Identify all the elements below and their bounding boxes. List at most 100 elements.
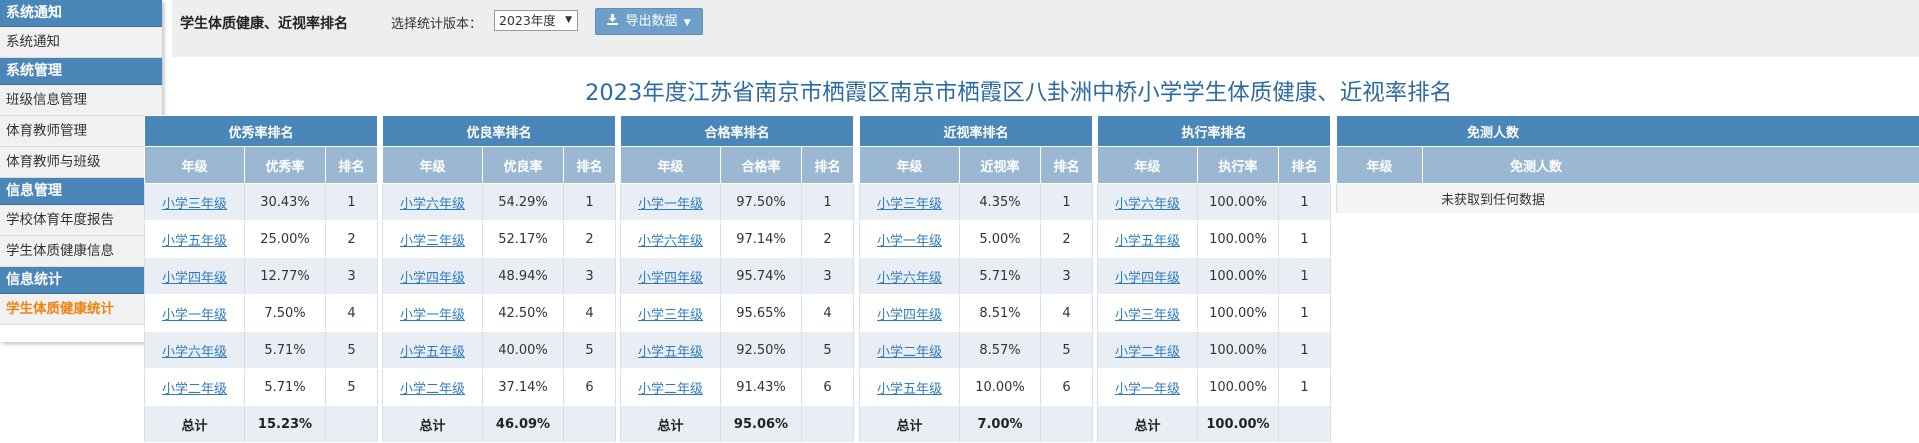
rate-cell: 5.71% [959, 257, 1041, 295]
sidebar-item[interactable]: 学校体育年度报告 [0, 205, 162, 236]
table-row: 小学三年级 95.65% 4 [620, 294, 855, 332]
rate-cell: 5.71% [244, 368, 326, 406]
grade-link[interactable]: 小学四年级 [638, 271, 703, 286]
rank-cell: 6 [562, 368, 617, 406]
total-rank [1039, 405, 1094, 443]
total-row: 总计 46.09% [382, 405, 617, 443]
table-row: 小学一年级 97.50% 1 [620, 183, 855, 221]
ranking-table: 优良率排名 年级 优良率 排名 小学六年级 54.29% 1 小学三年级 52.17% 2 小学四年… [381, 115, 617, 443]
exempt-table: 免测人数 年级 免测人数 未获取到任何数据 [1335, 115, 1919, 214]
rank-cell: 4 [324, 294, 379, 332]
grade-cell: 小学一年级 [144, 294, 245, 332]
total-label: 总计 [859, 405, 960, 443]
total-label: 总计 [382, 405, 483, 443]
grade-link[interactable]: 小学一年级 [400, 308, 465, 323]
sidebar-item[interactable]: 系统通知 [0, 27, 162, 58]
rank-cell: 5 [562, 331, 617, 369]
table-row: 小学四年级 8.51% 4 [859, 294, 1094, 332]
grade-link[interactable]: 小学五年级 [1115, 234, 1180, 249]
grade-cell: 小学五年级 [382, 331, 483, 369]
grade-link[interactable]: 小学六年级 [1115, 197, 1180, 212]
grade-link[interactable]: 小学三年级 [1115, 308, 1180, 323]
rank-cell: 3 [800, 257, 855, 295]
total-row: 总计 15.23% [144, 405, 379, 443]
grade-cell: 小学二年级 [620, 368, 721, 406]
table-row: 小学二年级 100.00% 1 [1097, 331, 1332, 369]
grade-link[interactable]: 小学四年级 [162, 271, 227, 286]
sidebar-item[interactable]: 学生体质健康统计 [0, 294, 162, 325]
grade-link[interactable]: 小学六年级 [877, 271, 942, 286]
rank-cell: 5 [800, 331, 855, 369]
grade-link[interactable]: 小学六年级 [638, 234, 703, 249]
grade-link[interactable]: 小学一年级 [877, 234, 942, 249]
rate-cell: 5.00% [959, 220, 1041, 258]
grade-cell: 小学二年级 [1097, 331, 1198, 369]
rank-cell: 1 [1277, 294, 1332, 332]
rate-cell: 97.14% [720, 220, 802, 258]
column-header: 排名 [562, 146, 617, 184]
table-row: 小学六年级 54.29% 1 [382, 183, 617, 221]
grade-link[interactable]: 小学三年级 [638, 308, 703, 323]
rank-cell: 1 [1277, 257, 1332, 295]
rate-cell: 91.43% [720, 368, 802, 406]
grade-link[interactable]: 小学二年级 [162, 382, 227, 397]
rate-cell: 42.50% [482, 294, 564, 332]
grade-link[interactable]: 小学二年级 [1115, 345, 1180, 360]
sidebar-item[interactable]: 班级信息管理 [0, 85, 162, 116]
grade-cell: 小学一年级 [620, 183, 721, 221]
grade-link[interactable]: 小学四年级 [877, 308, 942, 323]
ranking-table: 执行率排名 年级 执行率 排名 小学六年级 100.00% 1 小学五年级 100.00% 1 小学… [1096, 115, 1332, 443]
column-header: 排名 [1277, 146, 1332, 184]
grade-link[interactable]: 小学二年级 [877, 345, 942, 360]
total-rate: 7.00% [959, 405, 1041, 443]
table-title: 合格率排名 [619, 115, 855, 147]
version-select[interactable]: 2023年度 ▼ [494, 10, 578, 31]
rank-cell: 4 [562, 294, 617, 332]
grade-link[interactable]: 小学三年级 [162, 197, 227, 212]
grade-link[interactable]: 小学二年级 [638, 382, 703, 397]
grade-link[interactable]: 小学二年级 [400, 382, 465, 397]
grade-link[interactable]: 小学四年级 [1115, 271, 1180, 286]
rate-cell: 97.50% [720, 183, 802, 221]
rate-cell: 52.17% [482, 220, 564, 258]
sidebar-item[interactable]: 体育教师与班级 [0, 147, 162, 178]
grade-cell: 小学五年级 [859, 368, 960, 406]
rank-cell: 6 [800, 368, 855, 406]
grade-cell: 小学一年级 [1097, 368, 1198, 406]
report-title: 2023年度江苏省南京市栖霞区南京市栖霞区八卦洲中桥小学学生体质健康、近视率排名 [585, 80, 1453, 106]
grade-cell: 小学五年级 [144, 220, 245, 258]
rate-cell: 25.00% [244, 220, 326, 258]
table-title: 优良率排名 [381, 115, 617, 147]
grade-link[interactable]: 小学五年级 [162, 234, 227, 249]
table-row: 小学四年级 48.94% 3 [382, 257, 617, 295]
grade-link[interactable]: 小学六年级 [400, 197, 465, 212]
export-data-button[interactable]: 导出数据 ▼ [595, 8, 703, 35]
download-icon [607, 9, 619, 34]
sidebar-item[interactable]: 体育教师管理 [0, 116, 162, 147]
grade-link[interactable]: 小学五年级 [877, 382, 942, 397]
grade-link[interactable]: 小学五年级 [638, 345, 703, 360]
grade-link[interactable]: 小学一年级 [1115, 382, 1180, 397]
export-data-label: 导出数据 [625, 14, 678, 29]
grade-link[interactable]: 小学六年级 [162, 345, 227, 360]
grade-link[interactable]: 小学三年级 [877, 197, 942, 212]
column-header: 排名 [1039, 146, 1094, 184]
grade-link[interactable]: 小学三年级 [400, 234, 465, 249]
grade-cell: 小学四年级 [144, 257, 245, 295]
grade-link[interactable]: 小学一年级 [638, 197, 703, 212]
table-row: 小学四年级 95.74% 3 [620, 257, 855, 295]
table-row: 小学三年级 52.17% 2 [382, 220, 617, 258]
grade-link[interactable]: 小学五年级 [400, 345, 465, 360]
grade-link[interactable]: 小学四年级 [400, 271, 465, 286]
rate-cell: 100.00% [1197, 220, 1279, 258]
rank-cell: 1 [324, 183, 379, 221]
rank-cell: 5 [324, 331, 379, 369]
grade-cell: 小学四年级 [620, 257, 721, 295]
column-header: 年级 [859, 146, 960, 184]
grade-link[interactable]: 小学一年级 [162, 308, 227, 323]
table-row: 小学六年级 5.71% 3 [859, 257, 1094, 295]
caret-down-icon: ▼ [683, 18, 691, 28]
column-header: 年级 [144, 146, 245, 184]
sidebar-item[interactable]: 学生体质健康信息 [0, 236, 162, 267]
rate-cell: 95.65% [720, 294, 802, 332]
